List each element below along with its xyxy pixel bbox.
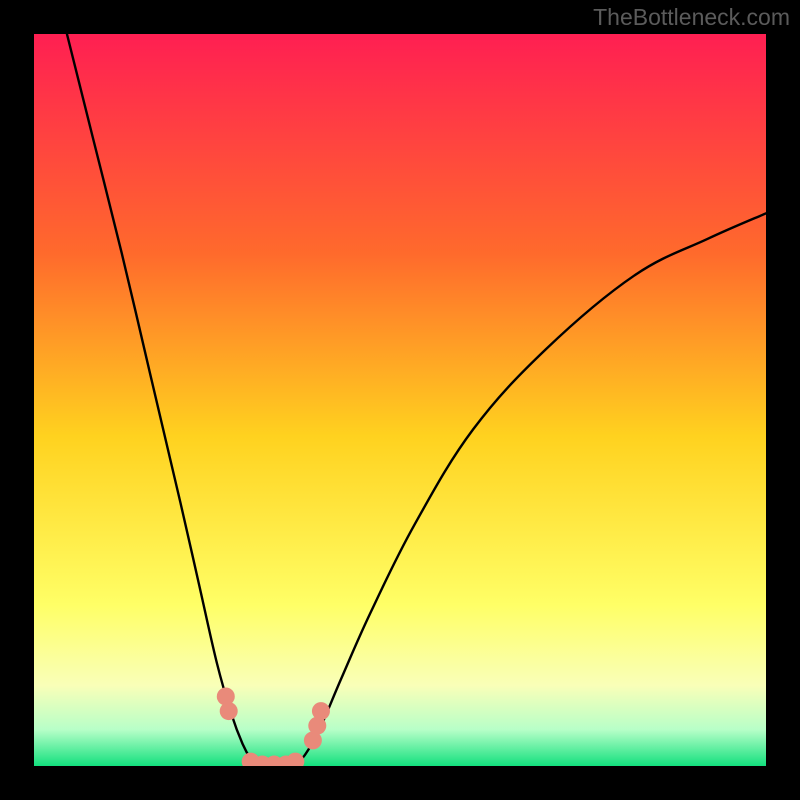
watermark-text: TheBottleneck.com — [593, 4, 790, 31]
chart-frame: TheBottleneck.com — [0, 0, 800, 800]
marker-point — [312, 702, 330, 720]
marker-point — [220, 702, 238, 720]
plot-area — [34, 34, 766, 766]
plot-svg — [34, 34, 766, 766]
gradient-background — [34, 34, 766, 766]
